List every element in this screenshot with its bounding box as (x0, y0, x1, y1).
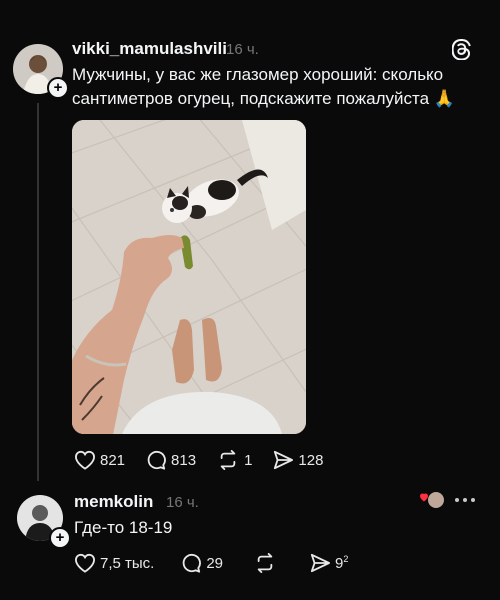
reply-share-count: 92 (335, 554, 348, 572)
reply-comment-button[interactable]: 29 (180, 553, 223, 573)
send-icon (310, 553, 331, 573)
post-text-line-2: сантиметров огурец, подскажите пожалуйст… (72, 89, 430, 108)
post-image[interactable] (72, 120, 306, 434)
post-text-line-1: Мужчины, у вас же глазомер хороший: скол… (72, 65, 444, 84)
like-button[interactable]: 821 (74, 450, 125, 470)
post-actions: 821 813 1 128 (74, 450, 343, 470)
thread-line (37, 103, 39, 481)
reply-username[interactable]: memkolin (74, 492, 153, 512)
share-count: 128 (298, 451, 324, 469)
repost-icon (220, 450, 236, 470)
reply-like-count: 7,5 тыс. (100, 554, 155, 572)
comment-icon (183, 553, 202, 573)
reply-like-button[interactable]: 7,5 тыс. (74, 553, 154, 573)
like-count: 821 (100, 451, 126, 469)
comment-count: 813 (171, 451, 197, 469)
repost-button[interactable]: 1 (216, 450, 252, 470)
send-icon (274, 450, 294, 470)
reply-timestamp: 16 ч. (166, 494, 199, 511)
post-username[interactable]: vikki_mamulashvili (72, 39, 227, 59)
threads-logo-icon[interactable] (451, 38, 472, 65)
reply-share-superscript: 2 (343, 554, 349, 564)
more-icon[interactable] (454, 492, 476, 510)
reply-comment-count: 29 (206, 554, 224, 572)
liked-by-author-avatar (420, 490, 446, 515)
pray-emoji: 🙏 (433, 89, 455, 108)
reply-share-button[interactable]: 92 (309, 553, 348, 573)
reply-repost-button[interactable] (253, 553, 281, 573)
repost-icon (257, 553, 273, 573)
post-text: Мужчины, у вас же глазомер хороший: скол… (72, 63, 492, 111)
reply-text: Где-то 18-19 (74, 518, 173, 537)
reply-actions: 7,5 тыс. 29 92 (74, 553, 368, 573)
repost-count: 1 (244, 451, 253, 469)
follow-plus-button[interactable]: + (47, 77, 69, 99)
heart-icon (74, 450, 96, 470)
reply-follow-plus-button[interactable]: + (49, 527, 71, 549)
comment-icon (147, 450, 166, 470)
heart-icon (74, 553, 96, 573)
share-button[interactable]: 128 (272, 450, 323, 470)
comment-button[interactable]: 813 (145, 450, 196, 470)
post-timestamp: 16 ч. (226, 41, 259, 58)
